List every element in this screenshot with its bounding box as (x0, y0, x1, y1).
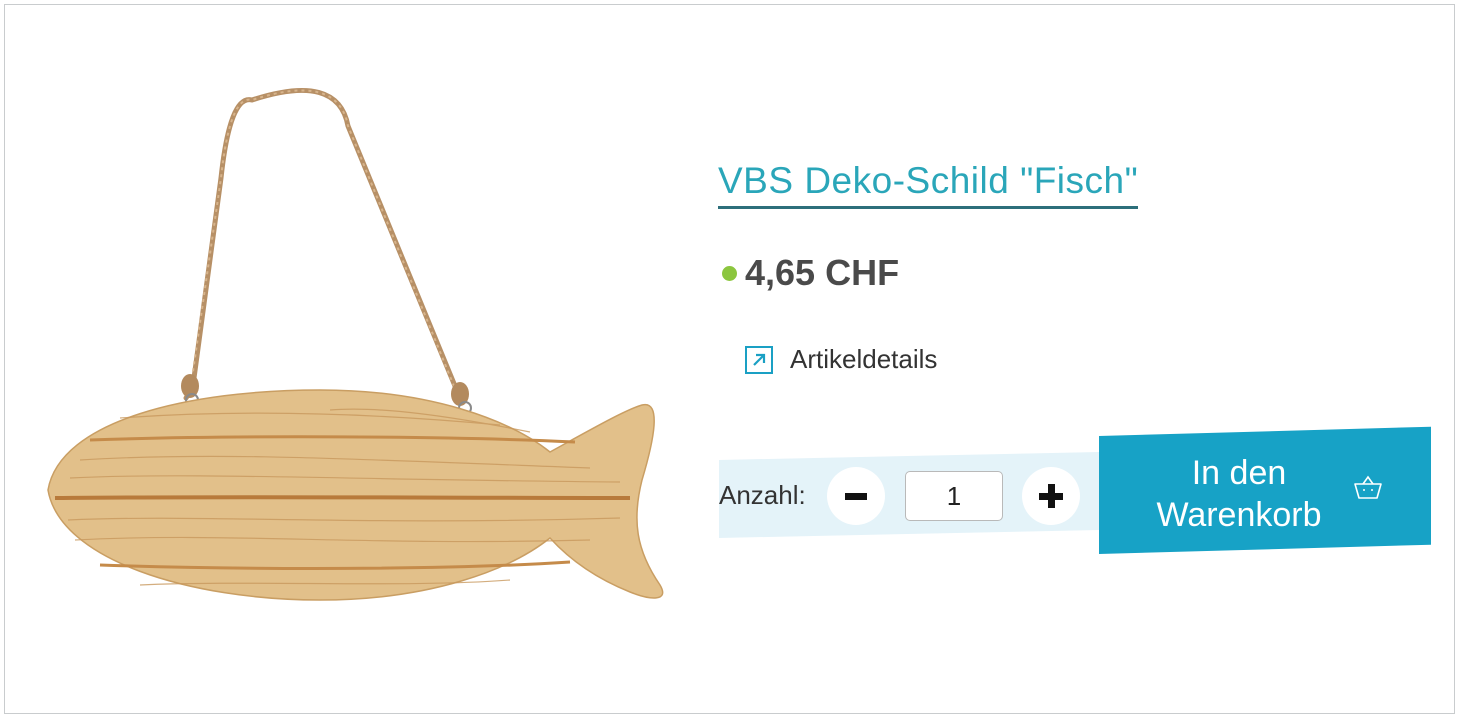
product-image[interactable] (30, 80, 690, 620)
decrease-quantity-button[interactable] (827, 467, 885, 525)
add-to-cart-label-line1: In den (1191, 454, 1287, 492)
article-details-link[interactable]: Artikeldetails (745, 344, 937, 375)
plus-icon (1039, 484, 1063, 508)
availability-dot-icon (722, 265, 737, 281)
product-title-link[interactable]: VBS Deko-Schild "Fisch" (718, 160, 1139, 209)
add-to-cart-label-line2: Warenkorb (1156, 496, 1322, 534)
add-to-cart-button[interactable]: In den Warenkorb (1099, 436, 1431, 554)
quantity-label: Anzahl: (719, 480, 806, 510)
increase-quantity-button[interactable] (1022, 467, 1080, 525)
article-details-label: Artikeldetails (790, 344, 938, 374)
minus-icon (845, 492, 867, 500)
price-row: 4,65 CHF (722, 252, 899, 294)
product-price: 4,65 CHF (745, 252, 900, 293)
external-arrow-icon (745, 345, 773, 374)
add-to-cart-label: In den Warenkorb (1139, 452, 1339, 536)
basket-icon (1354, 475, 1382, 499)
quantity-input[interactable] (905, 471, 1003, 521)
